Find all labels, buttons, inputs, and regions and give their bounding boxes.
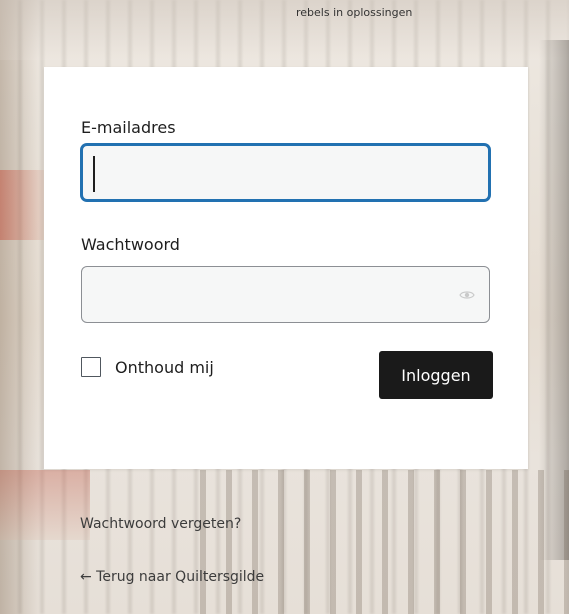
background-left-accent-lower	[0, 470, 90, 540]
email-field[interactable]	[81, 144, 490, 201]
text-caret	[93, 156, 95, 192]
email-label: E-mailadres	[81, 118, 176, 137]
remember-me-label[interactable]: Onthoud mij	[115, 358, 214, 377]
eye-icon[interactable]	[459, 287, 475, 303]
login-form: E-mailadres Wachtwoord Onthoud mij Inlog…	[44, 67, 528, 469]
background-bottom-bars	[200, 470, 569, 614]
site-tagline: rebels in oplossingen	[296, 6, 413, 19]
login-button[interactable]: Inloggen	[379, 351, 493, 399]
background-top	[0, 0, 569, 60]
password-field[interactable]	[81, 266, 490, 323]
back-to-site-link[interactable]: ← Terug naar Quiltersgilde	[80, 569, 264, 585]
forgot-password-link[interactable]: Wachtwoord vergeten?	[80, 516, 241, 532]
background-left-accent	[0, 170, 45, 240]
password-label: Wachtwoord	[81, 235, 180, 254]
remember-me[interactable]: Onthoud mij	[81, 357, 214, 377]
login-page: rebels in oplossingen E-mailadres Wachtw…	[0, 0, 569, 614]
remember-me-checkbox[interactable]	[81, 357, 101, 377]
